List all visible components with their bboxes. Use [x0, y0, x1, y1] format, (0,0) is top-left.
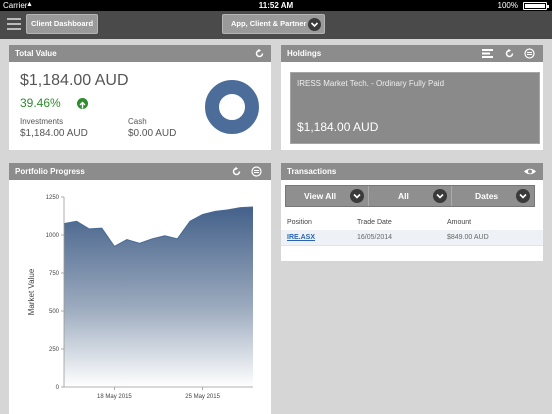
chevron-down-icon — [516, 189, 530, 203]
cash-label: Cash — [128, 117, 147, 126]
holdings-title: Holdings — [287, 49, 322, 58]
chevron-down-icon — [308, 18, 321, 31]
y-tick-label: 750 — [49, 271, 60, 277]
holdings-panel: Holdings IRESS Market Tech. - Ordinary F… — [281, 45, 543, 150]
arrow-up-icon — [77, 98, 88, 109]
status-bar: Carrier ▲ 11:52 AM 100% — [0, 0, 552, 11]
client-dashboard-button[interactable]: Client Dashboard — [26, 14, 98, 34]
total-value-title: Total Value — [15, 49, 57, 58]
filter-dates[interactable]: Dates — [452, 186, 534, 206]
column-header-amount: Amount — [447, 219, 472, 226]
cash-value: $0.00 AUD — [128, 128, 177, 139]
y-tick-label: 1250 — [46, 195, 60, 201]
scope-select-label: App, Client & Partner — [231, 19, 307, 28]
chevron-down-icon — [350, 189, 364, 203]
chevron-down-icon — [433, 189, 447, 203]
transactions-title: Transactions — [287, 167, 337, 176]
filter-dates-label: Dates — [475, 191, 499, 201]
total-value-change: 39.46% — [20, 96, 61, 110]
portfolio-progress-title: Portfolio Progress — [15, 167, 85, 176]
allocation-donut-chart — [205, 80, 259, 134]
scope-select[interactable]: App, Client & Partner — [222, 14, 325, 34]
x-tick-label: 25 May 2015 — [185, 394, 220, 400]
transaction-position-link[interactable]: IRE.ASX — [287, 234, 315, 241]
column-header-trade-date: Trade Date — [357, 219, 392, 226]
filter-view-all[interactable]: View All — [286, 186, 369, 206]
market-value-area — [64, 207, 253, 387]
y-tick-label: 0 — [56, 385, 60, 391]
y-tick-label: 250 — [49, 347, 60, 353]
portfolio-progress-header: Portfolio Progress — [9, 163, 271, 180]
y-tick-label: 500 — [49, 309, 60, 315]
total-value-amount: $1,184.00 AUD — [20, 72, 129, 89]
holding-value: $1,184.00 AUD — [297, 120, 379, 134]
x-tick-label: 18 May 2015 — [97, 394, 132, 400]
top-nav-bar: Client Dashboard App, Client & Partner — [0, 11, 552, 39]
filter-all[interactable]: All — [369, 186, 452, 206]
investments-label: Investments — [20, 117, 64, 126]
transactions-header: Transactions — [281, 163, 543, 180]
clock: 11:52 AM — [258, 1, 294, 10]
portfolio-progress-panel: Portfolio Progress 0 250 500 750 1000 1250 18 … — [9, 163, 271, 414]
total-value-panel: Total Value $1,184.00 AUD 39.46% Investm… — [9, 45, 271, 150]
table-row[interactable]: IRE.ASX 16/05/2014 $849.00 AUD — [281, 230, 543, 246]
transaction-amount: $849.00 AUD — [447, 234, 489, 241]
transaction-filters: View All All Dates — [285, 185, 535, 207]
refresh-icon[interactable] — [231, 166, 242, 177]
column-header-position: Position — [287, 219, 312, 226]
list-view-icon[interactable] — [482, 48, 493, 59]
y-tick-label: 1000 — [46, 233, 60, 239]
battery-icon — [523, 2, 549, 10]
portfolio-progress-chart: 0 250 500 750 1000 1250 18 May 2015 25 May 2015… — [27, 195, 254, 400]
battery-percent: 100% — [497, 1, 518, 10]
options-icon[interactable] — [524, 48, 535, 59]
total-value-header: Total Value — [9, 45, 271, 62]
holdings-header: Holdings — [281, 45, 543, 62]
eye-icon[interactable] — [523, 166, 537, 177]
transaction-trade-date: 16/05/2014 — [357, 234, 393, 241]
y-axis-label: Market Value — [27, 268, 36, 315]
refresh-icon[interactable] — [504, 48, 515, 59]
holding-name: IRESS Market Tech. - Ordinary Fully Paid — [297, 79, 445, 88]
holding-card[interactable]: IRESS Market Tech. - Ordinary Fully Paid… — [290, 72, 540, 144]
refresh-icon[interactable] — [254, 48, 265, 59]
investments-value: $1,184.00 AUD — [20, 128, 88, 139]
menu-icon[interactable] — [7, 18, 21, 30]
filter-all-label: All — [398, 191, 409, 201]
options-icon[interactable] — [251, 166, 262, 177]
filter-view-all-label: View All — [304, 191, 337, 201]
transactions-panel: Transactions View All All Dates Position… — [281, 163, 543, 261]
